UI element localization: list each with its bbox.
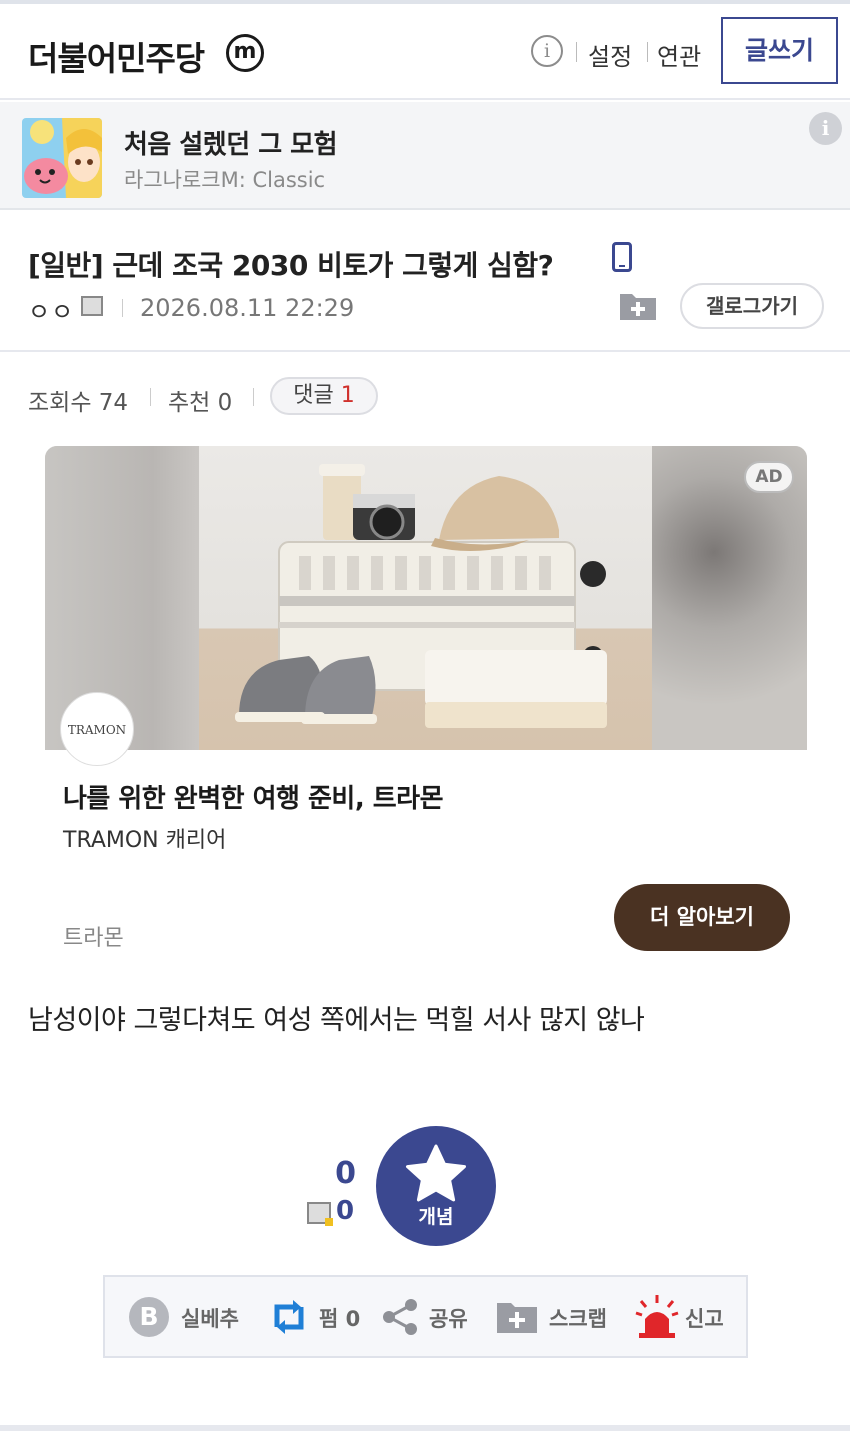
share-icon xyxy=(383,1299,417,1335)
post-date: 2026.08.11 22:29 xyxy=(140,294,355,322)
share-label: 공유 xyxy=(429,1307,468,1331)
ad-description: TRAMON 캐리어 xyxy=(63,828,227,853)
realbest-icon: B xyxy=(129,1297,169,1337)
game-thumbnail xyxy=(22,118,102,198)
folder-add-icon xyxy=(497,1303,537,1333)
gallery-title[interactable]: 더불어민주당 xyxy=(28,32,205,80)
ad-image[interactable] xyxy=(45,446,807,750)
ad-info-icon[interactable]: i xyxy=(809,112,842,145)
post-title: [일반] 근데 조국 2030 비토가 그렇게 심함? xyxy=(28,249,554,282)
fixed-nick-icon xyxy=(81,296,103,316)
fixed-nick-recommend-icon xyxy=(307,1202,333,1226)
recommend-button-label: 개념 xyxy=(418,1206,454,1228)
concept-recommend-button[interactable]: 개념 xyxy=(376,1126,496,1246)
write-button[interactable]: 글쓰기 xyxy=(721,17,838,84)
comment-count: 1 xyxy=(340,383,355,408)
post-body: 남성이야 그렇다쳐도 여성 쪽에서는 먹힐 서사 많지 않나 xyxy=(28,1005,645,1036)
ad-learn-more-button[interactable]: 더 알아보기 xyxy=(614,884,790,951)
bottom-border xyxy=(0,1425,850,1431)
info-icon[interactable]: i xyxy=(531,35,563,67)
ad-photo xyxy=(199,446,652,750)
separator xyxy=(253,388,254,406)
star-icon xyxy=(406,1144,466,1202)
retweet-label: 펌 0 xyxy=(319,1307,361,1331)
settings-link[interactable]: 설정 xyxy=(588,37,632,72)
realbest-button[interactable]: B 실베추 xyxy=(125,1277,245,1356)
ad-brand-name: 트라몬 xyxy=(63,926,124,951)
report-label: 신고 xyxy=(685,1307,724,1331)
upvote-count: 0 xyxy=(335,1156,356,1191)
minor-gallery-badge-icon: m xyxy=(226,34,264,72)
ad-brand-logo: TRAMON xyxy=(60,692,134,766)
siren-icon xyxy=(635,1295,679,1338)
recommend-count: 추천 0 xyxy=(168,390,233,416)
comment-button[interactable]: 댓글 1 xyxy=(270,377,378,415)
game-promo-banner[interactable]: 처음 설렜던 그 모험 라그나로크M: Classic i xyxy=(0,102,850,210)
separator xyxy=(122,299,123,317)
retweet-button[interactable]: 펌 0 xyxy=(265,1277,365,1356)
divider xyxy=(0,350,850,352)
ad-badge[interactable]: AD xyxy=(744,461,794,493)
view-count: 조회수 74 xyxy=(28,390,129,416)
realbest-label: 실베추 xyxy=(181,1307,239,1331)
ad-headline[interactable]: 나를 위한 완벽한 여행 준비, 트라몬 xyxy=(63,778,444,815)
gallog-button[interactable]: 갤로그가기 xyxy=(680,283,824,329)
comment-label: 댓글 xyxy=(293,383,334,408)
gallery-header: 더불어민주당 m i 설정 연관 글쓰기 xyxy=(0,4,850,100)
retweet-icon xyxy=(274,1300,304,1334)
scrap-label: 스크랩 xyxy=(549,1307,607,1331)
separator xyxy=(647,42,648,62)
mobile-post-icon xyxy=(612,242,632,272)
post-author[interactable]: ㅇㅇ xyxy=(28,292,74,327)
post-action-bar: B 실베추 펌 0 공유 스크랩 신고 xyxy=(103,1275,748,1358)
related-link[interactable]: 연관 xyxy=(657,37,701,72)
report-button[interactable]: 신고 xyxy=(635,1277,735,1356)
separator xyxy=(576,42,577,62)
separator xyxy=(150,388,151,406)
share-button[interactable]: 공유 xyxy=(381,1277,481,1356)
game-banner-title: 처음 설렜던 그 모험 xyxy=(124,130,338,160)
game-banner-subtitle: 라그나로크M: Classic xyxy=(124,168,326,192)
fixed-upvote-count: 0 xyxy=(336,1196,355,1226)
scrap-button[interactable]: 스크랩 xyxy=(493,1277,623,1356)
folder-add-icon[interactable] xyxy=(618,288,658,322)
